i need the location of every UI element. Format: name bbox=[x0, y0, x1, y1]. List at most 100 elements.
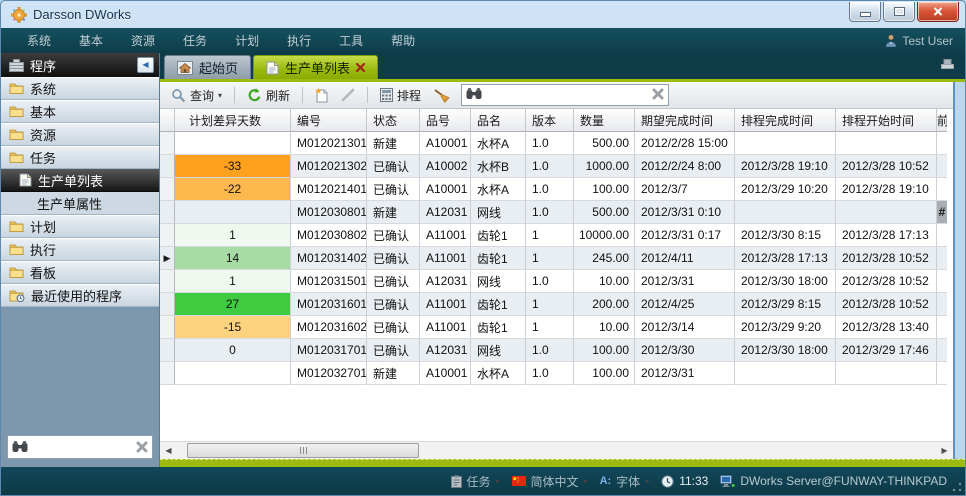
grid-header-数量[interactable]: 数量 bbox=[574, 109, 635, 132]
grid-header-版本[interactable]: 版本 bbox=[526, 109, 574, 132]
toolbar: 查询 ▾ 刷新 bbox=[160, 82, 953, 109]
row-selector bbox=[160, 293, 175, 316]
tab-生产单列表[interactable]: 生产单列表 bbox=[253, 55, 378, 79]
grid-header-clipped[interactable]: 前 bbox=[937, 109, 947, 132]
tab-close-icon[interactable] bbox=[356, 63, 365, 72]
table-row[interactable]: 1M012030802已确认A11001齿轮1110000.002012/3/3… bbox=[160, 224, 953, 247]
grid-header-品号[interactable]: 品号 bbox=[420, 109, 471, 132]
cell-item: A11001 bbox=[420, 224, 471, 247]
resize-grip[interactable] bbox=[952, 482, 962, 492]
cell-ver: 1.0 bbox=[526, 270, 574, 293]
sidebar-search-input[interactable] bbox=[32, 438, 130, 456]
sidebar-item-生产单属性[interactable]: 生产单属性 bbox=[1, 192, 159, 215]
table-row[interactable]: 0M012031701已确认A12031网线1.0100.002012/3/30… bbox=[160, 339, 953, 362]
clean-button[interactable] bbox=[430, 86, 453, 105]
clipboard-icon bbox=[451, 475, 462, 488]
sidebar-collapse-button[interactable]: ◀ bbox=[137, 57, 154, 73]
cell-end: 2012/3/28 19:10 bbox=[735, 155, 836, 178]
maximize-button[interactable] bbox=[883, 2, 915, 22]
sidebar-item-任务[interactable]: 任务 bbox=[1, 146, 159, 169]
horizontal-scrollbar[interactable]: ◀ ▶ bbox=[160, 441, 953, 459]
grid-header-排程开始时间[interactable]: 排程开始时间 bbox=[836, 109, 937, 132]
query-button[interactable]: 查询 ▾ bbox=[168, 85, 225, 106]
status-language[interactable]: 简体中文 ▾ bbox=[512, 473, 588, 490]
sidebar-item-label: 任务 bbox=[30, 148, 56, 167]
sidebar-search bbox=[7, 435, 153, 459]
table-row[interactable]: -22M012021401已确认A10001水杯A1.0100.002012/3… bbox=[160, 178, 953, 201]
cn-flag-icon bbox=[512, 476, 526, 486]
grid-header-计划差异天数[interactable]: 计划差异天数 bbox=[175, 109, 291, 132]
status-tasks[interactable]: 任务 ▾ bbox=[451, 473, 500, 490]
grid-empty-area bbox=[160, 385, 953, 441]
menu-item-帮助[interactable]: 帮助 bbox=[377, 28, 429, 53]
new-document-icon bbox=[315, 88, 329, 103]
grid-header-品名[interactable]: 品名 bbox=[471, 109, 526, 132]
sidebar-item-基本[interactable]: 基本 bbox=[1, 100, 159, 123]
scroll-right-icon[interactable]: ▶ bbox=[936, 443, 953, 459]
table-row[interactable]: M012021301新建A10001水杯A1.0500.002012/2/28 … bbox=[160, 132, 953, 155]
content-area: 起始页生产单列表 查询 ▾ bbox=[160, 53, 965, 467]
table-row[interactable]: 1M012031501已确认A12031网线1.010.002012/3/312… bbox=[160, 270, 953, 293]
grid-header-编号[interactable]: 编号 bbox=[291, 109, 367, 132]
grid-header-状态[interactable]: 状态 bbox=[367, 109, 420, 132]
table-row[interactable]: -33M012021302已确认A10002水杯B1.01000.002012/… bbox=[160, 155, 953, 178]
toolbar-search-input[interactable] bbox=[486, 86, 646, 104]
menu-item-计划[interactable]: 计划 bbox=[221, 28, 273, 53]
sidebar-item-label: 资源 bbox=[30, 125, 56, 144]
status-font[interactable]: A: 字体 ▾ bbox=[600, 473, 650, 490]
grid-header-排程完成时间[interactable]: 排程完成时间 bbox=[735, 109, 836, 132]
minimize-button[interactable] bbox=[849, 2, 881, 22]
clear-search-icon[interactable] bbox=[652, 88, 664, 100]
tab-起始页[interactable]: 起始页 bbox=[164, 55, 251, 79]
sidebar-item-资源[interactable]: 资源 bbox=[1, 123, 159, 146]
user-badge[interactable]: Test User bbox=[885, 34, 953, 48]
sidebar-item-系统[interactable]: 系统 bbox=[1, 77, 159, 100]
font-label: 字体 bbox=[616, 473, 640, 490]
table-row[interactable]: M012032701新建A10001水杯A1.0100.002012/3/31 bbox=[160, 362, 953, 385]
table-row[interactable]: -15M012031602已确认A11001齿轮1110.002012/3/14… bbox=[160, 316, 953, 339]
minimize-icon bbox=[860, 12, 871, 17]
vertical-scrollbar[interactable] bbox=[953, 82, 965, 459]
scroll-left-icon[interactable]: ◀ bbox=[160, 443, 177, 459]
table-row[interactable]: ▶14M012031402已确认A11001齿轮11245.002012/4/1… bbox=[160, 247, 953, 270]
table-row[interactable]: M012030801新建A12031网线1.0500.002012/3/31 0… bbox=[160, 201, 953, 224]
menu-item-工具[interactable]: 工具 bbox=[325, 28, 377, 53]
menu-item-任务[interactable]: 任务 bbox=[169, 28, 221, 53]
refresh-button[interactable]: 刷新 bbox=[244, 85, 293, 106]
scrollbar-thumb[interactable] bbox=[187, 443, 419, 458]
menu-item-基本[interactable]: 基本 bbox=[65, 28, 117, 53]
grid-header-期望完成时间[interactable]: 期望完成时间 bbox=[635, 109, 735, 132]
cell-qty: 500.00 bbox=[574, 132, 635, 155]
row-selector bbox=[160, 270, 175, 293]
cell-clipped bbox=[937, 339, 947, 362]
schedule-button[interactable]: 排程 bbox=[377, 85, 424, 106]
refresh-icon bbox=[247, 88, 262, 103]
clear-search-icon[interactable] bbox=[136, 441, 148, 453]
sidebar-item-最近使用的程序[interactable]: 最近使用的程序 bbox=[1, 284, 159, 307]
sidebar-item-看板[interactable]: 看板 bbox=[1, 261, 159, 284]
sidebar-item-label: 系统 bbox=[30, 79, 56, 98]
edit-button[interactable] bbox=[338, 86, 358, 104]
cell-item: A11001 bbox=[420, 316, 471, 339]
sidebar-item-计划[interactable]: 计划 bbox=[1, 215, 159, 238]
cell-id: M012021302 bbox=[291, 155, 367, 178]
cell-status: 已确认 bbox=[367, 178, 420, 201]
cell-ver: 1 bbox=[526, 224, 574, 247]
cell-start: 2012/3/29 17:46 bbox=[836, 339, 937, 362]
sidebar-item-生产单列表[interactable]: 生产单列表 bbox=[1, 169, 159, 192]
sidebar-item-执行[interactable]: 执行 bbox=[1, 238, 159, 261]
cell-diff bbox=[175, 132, 291, 155]
menu-item-执行[interactable]: 执行 bbox=[273, 28, 325, 53]
cell-item: A12031 bbox=[420, 339, 471, 362]
new-button[interactable] bbox=[312, 86, 332, 105]
cell-name: 网线 bbox=[471, 339, 526, 362]
menu-item-系统[interactable]: 系统 bbox=[13, 28, 65, 53]
cell-ver: 1.0 bbox=[526, 339, 574, 362]
row-selector bbox=[160, 339, 175, 362]
cell-name: 水杯A bbox=[471, 178, 526, 201]
calculator-icon bbox=[380, 88, 393, 102]
close-button[interactable] bbox=[917, 2, 959, 22]
table-row[interactable]: 27M012031601已确认A11001齿轮11200.002012/4/25… bbox=[160, 293, 953, 316]
menu-item-资源[interactable]: 资源 bbox=[117, 28, 169, 53]
window-pin-icon[interactable] bbox=[940, 58, 955, 70]
